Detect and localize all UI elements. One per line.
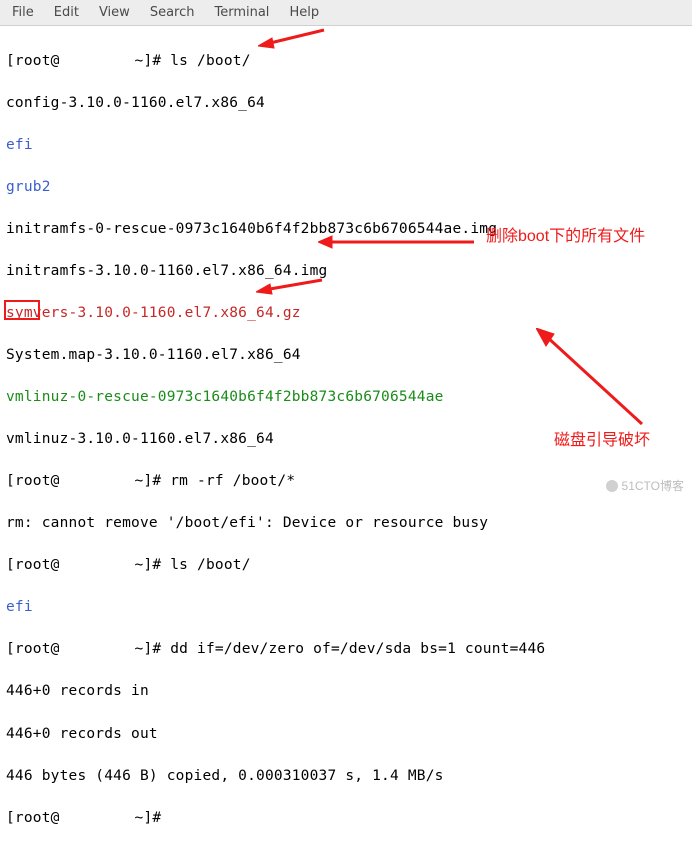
terminal-line: rm: cannot remove '/boot/efi': Device or… [6, 513, 686, 534]
command-text: dd if=/dev/zero of=/dev/sda bs=1 count=4… [170, 641, 545, 657]
terminal-line: efi [6, 135, 686, 156]
terminal-line: [root@ ~]# ls /boot/ [6, 555, 686, 576]
menu-file[interactable]: File [4, 3, 42, 22]
prompt: [root@ ~]# [6, 473, 170, 489]
prompt: [root@ ~]# [6, 53, 170, 69]
terminal-line: symvers-3.10.0-1160.el7.x86_64.gz [6, 303, 686, 324]
menu-edit[interactable]: Edit [46, 3, 87, 22]
terminal-line: System.map-3.10.0-1160.el7.x86_64 [6, 345, 686, 366]
terminal-line: [root@ ~]# rm -rf /boot/* [6, 471, 686, 492]
watermark-text: 51CTO博客 [622, 477, 684, 494]
prompt: [root@ ~]# [6, 641, 170, 657]
terminal-line: [root@ ~]# [6, 808, 686, 829]
terminal-line: [root@ ~]# dd if=/dev/zero of=/dev/sda b… [6, 639, 686, 660]
menu-bar: File Edit View Search Terminal Help [0, 0, 692, 26]
menu-search[interactable]: Search [142, 3, 203, 22]
prompt: [root@ ~]# [6, 557, 170, 573]
terminal-line: grub2 [6, 177, 686, 198]
command-text: ls /boot/ [170, 557, 250, 573]
terminal-line: vmlinuz-3.10.0-1160.el7.x86_64 [6, 429, 686, 450]
watermark: 51CTO博客 [606, 477, 684, 494]
terminal-line: [root@ ~]# ls /boot/ [6, 51, 686, 72]
watermark-dot-icon [606, 480, 618, 492]
terminal-line: 446 bytes (446 B) copied, 0.000310037 s,… [6, 766, 686, 787]
terminal-line: efi [6, 597, 686, 618]
prompt: [root@ ~]# [6, 810, 170, 826]
menu-help[interactable]: Help [281, 3, 327, 22]
terminal-output[interactable]: [root@ ~]# ls /boot/ config-3.10.0-1160.… [0, 26, 692, 854]
menu-terminal[interactable]: Terminal [206, 3, 277, 22]
censored-hostname [60, 473, 126, 487]
terminal-line: vmlinuz-0-rescue-0973c1640b6f4f2bb873c6b… [6, 387, 686, 408]
censored-hostname [60, 810, 126, 824]
censored-hostname [60, 557, 126, 571]
command-text: ls /boot/ [170, 53, 250, 69]
censored-hostname [60, 53, 126, 67]
terminal-line: config-3.10.0-1160.el7.x86_64 [6, 93, 686, 114]
terminal-line: initramfs-0-rescue-0973c1640b6f4f2bb873c… [6, 219, 686, 240]
menu-view[interactable]: View [91, 3, 138, 22]
command-text: rm -rf /boot/* [170, 473, 295, 489]
terminal-line: 446+0 records in [6, 681, 686, 702]
censored-hostname [60, 641, 126, 655]
terminal-line: initramfs-3.10.0-1160.el7.x86_64.img [6, 261, 686, 282]
terminal-line: 446+0 records out [6, 724, 686, 745]
